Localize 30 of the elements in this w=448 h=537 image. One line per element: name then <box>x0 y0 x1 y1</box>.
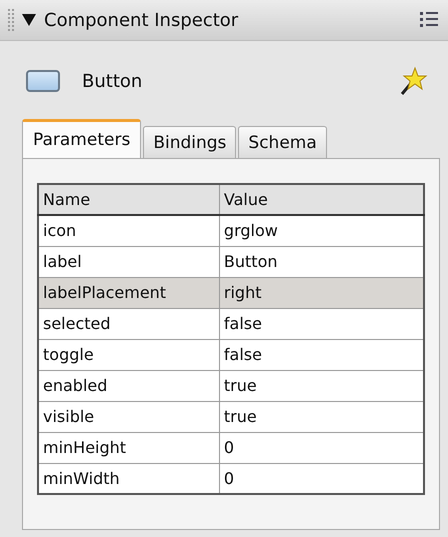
tab[interactable]: Bindings <box>143 126 236 158</box>
column-header[interactable]: Name <box>38 184 220 215</box>
component-name: Button <box>82 70 144 92</box>
star-wand-icon[interactable] <box>398 66 428 96</box>
collapse-triangle-icon[interactable] <box>22 14 36 26</box>
table-row[interactable]: labelPlacement right <box>38 277 424 308</box>
table-cell: icon <box>38 215 220 246</box>
table-row[interactable]: icon grglow <box>38 215 424 246</box>
table-cell: enabled <box>38 370 220 401</box>
table-row[interactable]: enabled true <box>38 370 424 401</box>
table-row[interactable]: toggle false <box>38 339 424 370</box>
table-cell: selected <box>38 308 220 339</box>
options-menu-icon[interactable] <box>420 10 440 30</box>
grip-icon[interactable] <box>8 9 14 31</box>
panel-title: Component Inspector <box>44 10 240 30</box>
table-row[interactable]: selected false <box>38 308 424 339</box>
table-cell: visible <box>38 401 220 432</box>
table-cell: right <box>219 277 424 308</box>
table-row[interactable]: label Button <box>38 246 424 277</box>
table-cell: toggle <box>38 339 220 370</box>
table-cell: labelPlacement <box>38 277 220 308</box>
table-row[interactable]: minWidth 0 <box>38 463 424 494</box>
table-cell: minHeight <box>38 432 220 463</box>
table-cell: label <box>38 246 220 277</box>
table-row[interactable]: minHeight 0 <box>38 432 424 463</box>
component-icon <box>26 70 60 92</box>
column-header[interactable]: Value <box>219 184 424 215</box>
tab[interactable]: Schema <box>238 126 327 158</box>
table-row[interactable]: visible true <box>38 401 424 432</box>
tab[interactable]: Parameters <box>22 119 142 158</box>
